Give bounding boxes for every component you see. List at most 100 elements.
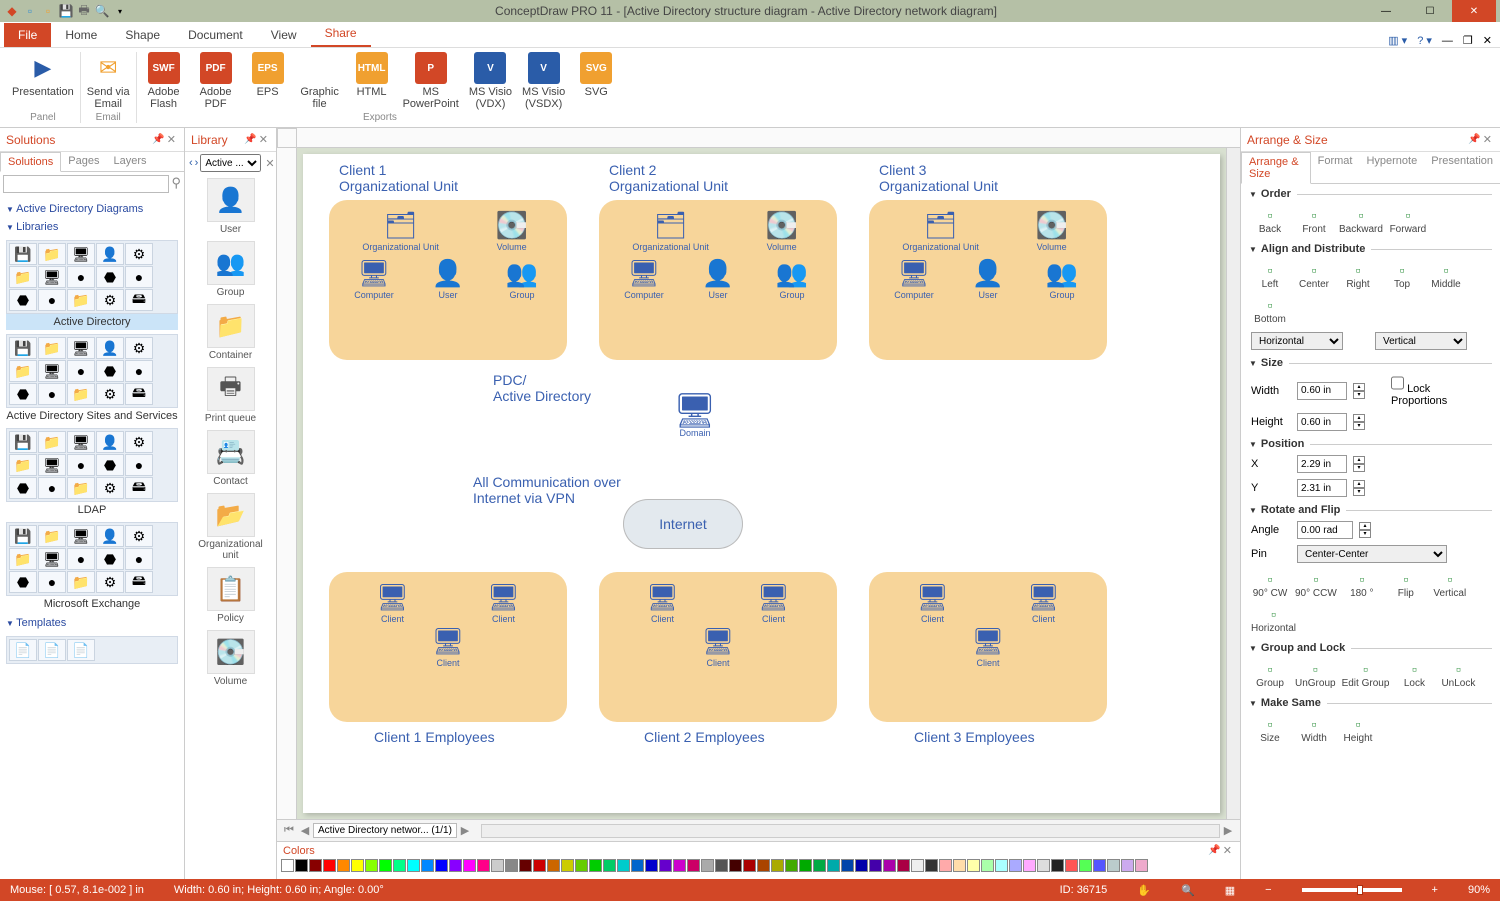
makesame-width[interactable]: ▫Width xyxy=(1295,715,1333,744)
tab-arrange-size[interactable]: Arrange & Size xyxy=(1241,152,1311,184)
makesame-size[interactable]: ▫Size xyxy=(1251,715,1289,744)
library-label[interactable]: Active Directory xyxy=(6,314,178,330)
scrollbar-horizontal[interactable] xyxy=(481,824,1220,838)
client-pc[interactable]: 🖥Client xyxy=(752,580,796,624)
tab-file[interactable]: File xyxy=(4,23,51,47)
zoom-percent[interactable]: 90% xyxy=(1468,884,1490,896)
color-swatch[interactable] xyxy=(645,859,658,872)
color-swatch[interactable] xyxy=(295,859,308,872)
shape-volume[interactable]: 💽Volume xyxy=(189,630,272,687)
close-panel-icon[interactable]: ✕ xyxy=(1483,133,1492,146)
color-swatch[interactable] xyxy=(841,859,854,872)
shape-organizational-unit[interactable]: 📂Organizational unit xyxy=(189,493,272,561)
doc-close-icon[interactable]: ✕ xyxy=(1483,34,1492,47)
tab-view[interactable]: View xyxy=(257,23,311,47)
tab-format[interactable]: Format xyxy=(1311,152,1360,183)
zoom-tool-icon[interactable]: 🔍 xyxy=(1181,884,1195,897)
diagram-user[interactable]: 👤User xyxy=(426,256,470,300)
color-swatch[interactable] xyxy=(435,859,448,872)
shape-group[interactable]: 👥Group xyxy=(189,241,272,298)
width-input[interactable] xyxy=(1297,382,1347,400)
fit-page-icon[interactable]: ▦ xyxy=(1225,884,1235,897)
color-swatch[interactable] xyxy=(939,859,952,872)
zoom-slider[interactable] xyxy=(1302,888,1402,892)
y-input[interactable] xyxy=(1297,479,1347,497)
client-pc[interactable]: 🖥Client xyxy=(966,624,1010,668)
client-box[interactable]: 🖥Client🖥Client🖥Client xyxy=(329,572,567,722)
rotate-vertical[interactable]: ▫Vertical xyxy=(1431,570,1469,599)
page-first-icon[interactable]: ⏮ xyxy=(281,824,297,837)
close-panel-icon[interactable]: ✕ xyxy=(259,133,268,146)
save-icon[interactable]: 💾 xyxy=(58,3,74,19)
diagram-computer[interactable]: 🖥Computer xyxy=(352,256,396,300)
order-forward[interactable]: ▫Forward xyxy=(1389,206,1427,235)
color-swatch[interactable] xyxy=(561,859,574,872)
color-swatch[interactable] xyxy=(855,859,868,872)
color-swatch[interactable] xyxy=(687,859,700,872)
maximize-button[interactable]: ☐ xyxy=(1408,0,1452,22)
color-swatch[interactable] xyxy=(421,859,434,872)
page-tab-selector[interactable]: Active Directory networ... (1/1) xyxy=(313,823,457,838)
rotate-90-ccw[interactable]: ▫90° CCW xyxy=(1295,570,1337,599)
client-pc[interactable]: 🖥Client xyxy=(426,624,470,668)
color-palette[interactable] xyxy=(277,859,1240,875)
doc-minimize-icon[interactable]: — xyxy=(1442,35,1453,47)
ruler-vertical[interactable] xyxy=(277,148,297,819)
color-swatch[interactable] xyxy=(743,859,756,872)
lib-next-icon[interactable]: › xyxy=(195,157,199,169)
rotate-flip[interactable]: ▫Flip xyxy=(1387,570,1425,599)
color-swatch[interactable] xyxy=(1107,859,1120,872)
grouplock-lock[interactable]: ▫Lock xyxy=(1395,660,1433,689)
color-swatch[interactable] xyxy=(519,859,532,872)
color-swatch[interactable] xyxy=(533,859,546,872)
color-swatch[interactable] xyxy=(897,859,910,872)
library-label[interactable]: Active Directory Sites and Services xyxy=(6,408,178,424)
client-box[interactable]: 🖥Client🖥Client🖥Client xyxy=(599,572,837,722)
color-swatch[interactable] xyxy=(407,859,420,872)
tree-templates[interactable]: Templates xyxy=(6,614,178,632)
diagram-group[interactable]: 👥Group xyxy=(500,256,544,300)
color-swatch[interactable] xyxy=(547,859,560,872)
diagram-computer[interactable]: 🖥Computer xyxy=(622,256,666,300)
pin-icon[interactable]: 📌 xyxy=(244,134,256,145)
color-swatch[interactable] xyxy=(617,859,630,872)
tab-hypernote[interactable]: Hypernote xyxy=(1359,152,1424,183)
shape-contact[interactable]: 📇Contact xyxy=(189,430,272,487)
ruler-horizontal[interactable] xyxy=(297,128,1240,148)
search-icon[interactable]: 🔍 xyxy=(94,3,110,19)
new-icon[interactable]: ▫ xyxy=(22,3,38,19)
zoom-out-icon[interactable]: − xyxy=(1265,884,1271,896)
shape-print-queue[interactable]: 🖶Print queue xyxy=(189,367,272,424)
x-input[interactable] xyxy=(1297,455,1347,473)
color-swatch[interactable] xyxy=(1093,859,1106,872)
tab-presentation[interactable]: Presentation xyxy=(1424,152,1500,183)
view-options-icon[interactable]: ▥ ▾ xyxy=(1388,34,1407,47)
org-unit-box[interactable]: 🗂Organizational Unit💽Volume🖥Computer👤Use… xyxy=(329,200,567,360)
order-front[interactable]: ▫Front xyxy=(1295,206,1333,235)
tab-home[interactable]: Home xyxy=(51,23,111,47)
diagram-user[interactable]: 👤User xyxy=(696,256,740,300)
library-preview[interactable]: 💾📁🖥👤⚙📁🖥●⬣●⬣●📁⚙🖴 xyxy=(6,522,178,596)
scroll-right-icon[interactable]: ▶ xyxy=(1220,824,1236,837)
export-ms-powerpoint[interactable]: PMS PowerPoint xyxy=(403,52,459,112)
pin-icon[interactable]: 📌 xyxy=(1468,134,1480,145)
internet-cloud[interactable]: Internet xyxy=(623,499,743,549)
color-swatch[interactable] xyxy=(449,859,462,872)
lib-prev-icon[interactable]: ‹ xyxy=(189,157,193,169)
print-icon[interactable]: 🖶 xyxy=(76,3,92,19)
color-swatch[interactable] xyxy=(1023,859,1036,872)
color-swatch[interactable] xyxy=(967,859,980,872)
pin-select[interactable]: Center-Center xyxy=(1297,545,1447,563)
pin-icon[interactable]: 📌 xyxy=(1208,845,1220,856)
library-selector[interactable]: Active ... xyxy=(200,154,261,172)
order-back[interactable]: ▫Back xyxy=(1251,206,1289,235)
color-swatch[interactable] xyxy=(701,859,714,872)
org-unit-box[interactable]: 🗂Organizational Unit💽Volume🖥Computer👤Use… xyxy=(599,200,837,360)
solutions-search-input[interactable] xyxy=(3,175,169,193)
align-center[interactable]: ▫Center xyxy=(1295,261,1333,290)
distribute-v-select[interactable]: Vertical xyxy=(1375,332,1467,350)
tab-shape[interactable]: Shape xyxy=(111,23,174,47)
diagram-group[interactable]: 👥Group xyxy=(770,256,814,300)
color-swatch[interactable] xyxy=(365,859,378,872)
export-html[interactable]: HTMLHTML xyxy=(351,52,393,112)
